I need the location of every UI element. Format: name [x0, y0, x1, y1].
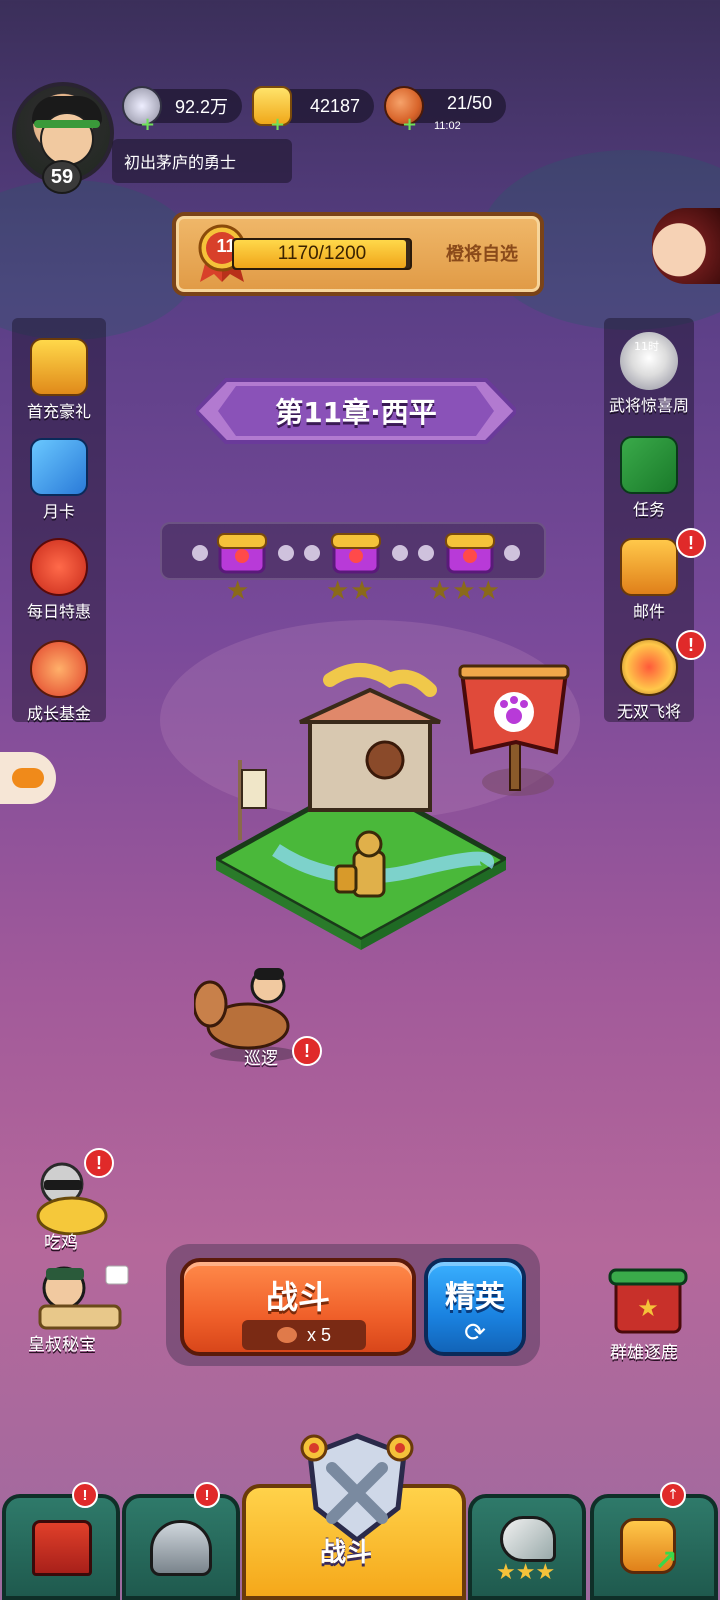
player-level-badge: 59 [42, 160, 82, 194]
general-progress-text: 1170/1200 [277, 243, 367, 264]
elite-button-label: 精英 [445, 1280, 505, 1315]
star-reward-bar [160, 522, 546, 580]
star-requirement-2: ★★ [326, 576, 375, 606]
uncle-treasure-icon[interactable] [26, 1262, 130, 1332]
nav-general-alert-badge: ! [194, 1482, 220, 1508]
general-progress-bar: 1170/1200 [232, 238, 412, 270]
heroes-contest-label: 群雄逐鹿 [610, 1343, 678, 1363]
three-stars-icon: ★★★ [496, 1560, 556, 1585]
chest-icon [331, 533, 381, 574]
shop-gate-icon [32, 1520, 92, 1576]
uncle-treasure-label: 皇叔秘宝 [28, 1335, 96, 1355]
chest-icon [445, 533, 495, 574]
heroes-seal-glyph: ★ [637, 1294, 659, 1322]
nav-upgrade-up-badge: ↑ [660, 1482, 686, 1508]
general-progress-board[interactable]: 11 1170/1200 橙将自选 [172, 212, 544, 296]
progress-dot [192, 545, 208, 561]
month-card-label: 月卡 [42, 502, 75, 521]
soldier-icon [334, 830, 386, 898]
nav-shop-button[interactable] [2, 1494, 120, 1600]
progress-dot [418, 545, 434, 561]
mail-alert-badge: ! [676, 528, 706, 558]
progress-dot [504, 545, 520, 561]
battle-crest-icon [300, 1433, 414, 1544]
mail-icon [620, 538, 678, 596]
first-recharge-label: 首充豪礼 [26, 402, 91, 421]
month-card-icon [30, 438, 88, 496]
peerless-general-label: 无双飞将 [616, 702, 681, 721]
lucky-bag-icon [30, 538, 88, 596]
helmet-icon [150, 1520, 212, 1576]
general-surprise-week-label: 武将惊喜周 [608, 396, 689, 415]
add-gold-icon[interactable]: + [270, 116, 285, 134]
crown-chest-icon [30, 338, 88, 396]
refresh-icon: ⟳ [464, 1318, 486, 1348]
compass-icon [620, 638, 678, 696]
chest-icon [217, 533, 267, 574]
nav-adventure-button[interactable]: ★★★ [468, 1494, 586, 1600]
event-character-icon[interactable] [652, 208, 720, 284]
war-horn-icon [500, 1516, 556, 1562]
daily-deal-label: 每日特惠 [26, 602, 91, 621]
paw-flag-icon[interactable] [456, 652, 576, 802]
growth-fund-button[interactable]: 成长基金 [12, 640, 106, 724]
gold-value: 42187 [309, 95, 360, 116]
star-chest-2[interactable] [330, 528, 382, 576]
first-recharge-gift-button[interactable]: 首充豪礼 [12, 338, 106, 422]
chapter-banner: 第11章·西平 [193, 372, 519, 450]
battle-button[interactable]: 战斗 x 5 [180, 1258, 416, 1356]
star-requirement-1: ★ [226, 576, 251, 606]
chicken-label: 吃鸡 [44, 1233, 78, 1253]
gamepad-shape [12, 768, 44, 788]
quest-label: 任务 [632, 500, 665, 519]
progress-dot [304, 545, 320, 561]
nav-general-button[interactable] [122, 1494, 240, 1600]
star-chest-3[interactable] [444, 528, 496, 576]
progress-dot [278, 545, 294, 561]
patrol-label: 巡逻 [244, 1049, 278, 1069]
add-stamina-icon[interactable]: + [402, 116, 417, 134]
battle-cost-text: x 5 [306, 1324, 331, 1345]
elite-button[interactable]: 精英 ⟳ [424, 1258, 526, 1356]
event-time-badge: 11时 [634, 340, 659, 353]
chapter-title: 第11章·西平 [275, 396, 437, 429]
gamepad-icon[interactable] [0, 752, 56, 804]
banner-flag-icon [238, 760, 267, 840]
left-menu-panel: 首充豪礼 月卡 每日特惠 成长基金 [12, 318, 106, 724]
growth-fund-icon [30, 640, 88, 698]
heroes-contest-icon[interactable]: ★ [606, 1266, 690, 1338]
nav-shop-alert-badge: ! [72, 1482, 98, 1508]
player-title: 初出茅庐的勇士 [112, 139, 292, 183]
silver-value: 92.2万 [174, 97, 228, 117]
star-chest-1[interactable] [216, 528, 268, 576]
mail-label: 邮件 [632, 602, 665, 621]
scroll-icon [620, 436, 678, 494]
chicken-alert-badge: ! [84, 1148, 114, 1178]
month-card-button[interactable]: 月卡 [12, 438, 106, 522]
upgrade-arrow-icon: ↗ [654, 1544, 678, 1577]
general-surprise-week-button[interactable]: 11时 武将惊喜周 [604, 332, 694, 416]
patrol-alert-badge: ! [292, 1036, 322, 1066]
nav-upgrade-button[interactable]: ↗ [590, 1494, 718, 1600]
progress-dot [392, 545, 408, 561]
add-silver-icon[interactable]: + [140, 116, 155, 134]
bottom-nav: ! ! 战斗 ★★★ ↗ ↑ [0, 1433, 720, 1600]
nav-battle-label: 战斗 [320, 1538, 373, 1568]
battle-button-label: 战斗 [265, 1278, 330, 1316]
player-title-text: 初出茅庐的勇士 [124, 153, 237, 172]
fortress-icon[interactable] [290, 660, 460, 830]
quest-button[interactable]: 任务 [604, 436, 694, 520]
daily-deal-button[interactable]: 每日特惠 [12, 538, 106, 622]
peerless-alert-badge: ! [676, 630, 706, 660]
avatar-headband [34, 120, 100, 128]
stamina-value: 21/50 [446, 93, 492, 113]
stamina-timer: 11:02 [434, 120, 461, 132]
background-foliage [0, 180, 200, 340]
growth-fund-label: 成长基金 [26, 704, 91, 723]
orange-general-select-label[interactable]: 橙将自选 [446, 240, 518, 266]
star-requirement-3: ★★★ [428, 576, 501, 606]
right-menu-panel: 11时 武将惊喜周 任务 邮件 无双飞将 [604, 318, 694, 722]
meat-cost-icon [276, 1327, 297, 1343]
battle-cost: x 5 [242, 1320, 366, 1350]
